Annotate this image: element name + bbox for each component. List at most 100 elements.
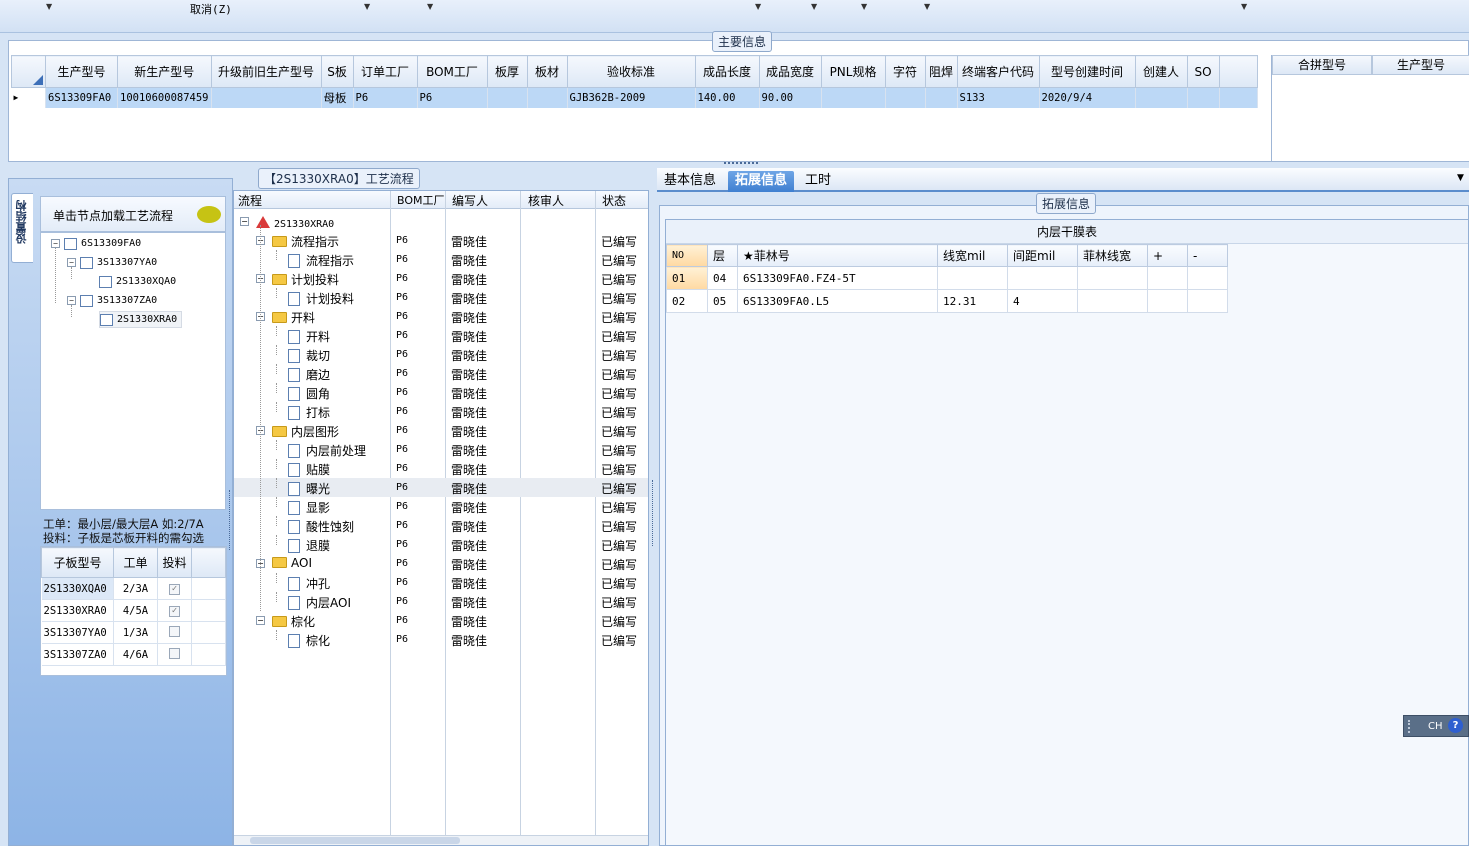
cell[interactable] xyxy=(1007,266,1078,290)
cell[interactable] xyxy=(1135,87,1188,108)
process-step-row[interactable]: 内层AOI P6 雷晓佳 已编写 xyxy=(234,592,648,611)
dropdown-arrow-icon[interactable]: ▼ xyxy=(755,2,761,11)
cell[interactable]: 6S13309FA0.L5 xyxy=(737,289,938,313)
process-step-row[interactable]: 圆角 P6 雷晓佳 已编写 xyxy=(234,383,648,402)
col-header[interactable]: 新生产型号 xyxy=(117,55,212,88)
cell[interactable] xyxy=(487,87,528,108)
col-header[interactable]: 创建人 xyxy=(1134,55,1188,88)
table-row[interactable]: 3S13307ZA0 4/6A xyxy=(41,643,226,666)
cell[interactable]: 4/5A xyxy=(113,599,158,622)
col-header[interactable]: PNL规格 xyxy=(820,55,886,88)
cell[interactable]: 3S13307YA0 xyxy=(41,621,114,644)
cell[interactable] xyxy=(885,87,926,108)
cell[interactable]: 90.00 xyxy=(759,87,822,108)
col-header[interactable]: 板厚 xyxy=(486,55,528,88)
col-header[interactable]: BOM工厂 xyxy=(416,55,488,88)
dropdown-arrow-icon[interactable]: ▼ xyxy=(861,2,867,11)
process-group-row[interactable]: − 内层图形 P6 雷晓佳 已编写 xyxy=(234,421,648,440)
process-root-row[interactable]: − 2S1330XRA0 xyxy=(234,212,648,231)
process-step-row[interactable]: 贴膜 P6 雷晓佳 已编写 xyxy=(234,459,648,478)
col-header[interactable]: 菲林线宽 xyxy=(1077,244,1148,267)
cell[interactable]: 05 xyxy=(707,289,738,313)
cell[interactable] xyxy=(1077,266,1148,290)
col-header[interactable]: 生产型号 xyxy=(45,55,118,88)
table-row[interactable]: 01 04 6S13309FA0.FZ4-5T xyxy=(666,266,1228,290)
tab-work-hours[interactable]: 工时 xyxy=(798,171,838,192)
table-row[interactable]: 2S1330XRA0 4/5A ✓ xyxy=(41,599,226,622)
cell[interactable]: 10010600087459 xyxy=(117,87,212,108)
col-header[interactable]: 流程 xyxy=(238,192,262,209)
col-header[interactable]: SO xyxy=(1186,55,1220,88)
dropdown-arrow-icon[interactable]: ▼ xyxy=(1457,173,1464,183)
col-header[interactable]: 生产型号 xyxy=(1372,55,1469,75)
dropdown-arrow-icon[interactable]: ▼ xyxy=(427,2,433,11)
col-header[interactable]: ★菲林号 xyxy=(737,244,938,267)
process-group-row[interactable]: − AOI P6 雷晓佳 已编写 xyxy=(234,554,648,573)
col-header[interactable]: 编写人 xyxy=(452,192,488,209)
col-header[interactable]: 间距mil xyxy=(1007,244,1078,267)
cell[interactable]: 140.00 xyxy=(695,87,760,108)
cell[interactable] xyxy=(937,266,1008,290)
cell[interactable]: 12.31 xyxy=(937,289,1008,313)
cell[interactable]: 2S1330XQA0 xyxy=(41,577,114,600)
cell[interactable] xyxy=(925,87,958,108)
col-header[interactable]: 升级前旧生产型号 xyxy=(210,55,322,88)
tree-node-selected[interactable]: 2S1330XRA0 xyxy=(99,311,183,328)
cell[interactable]: GJB362B-2009 xyxy=(567,87,696,108)
cell[interactable]: 2020/9/4 xyxy=(1039,87,1136,108)
process-group-row[interactable]: − 开料 P6 雷晓佳 已编写 xyxy=(234,307,648,326)
collapse-icon[interactable]: − xyxy=(51,239,60,248)
col-header[interactable]: NO xyxy=(666,244,708,267)
process-step-row[interactable]: 酸性蚀刻 P6 雷晓佳 已编写 xyxy=(234,516,648,535)
cell[interactable] xyxy=(1187,266,1228,290)
col-header[interactable]: BOM工厂 xyxy=(397,192,445,208)
cell[interactable]: P6 xyxy=(417,87,488,108)
col-header[interactable]: 终端客户代码 xyxy=(956,55,1040,88)
cell[interactable]: 1/3A xyxy=(113,621,158,644)
splitter-handle[interactable] xyxy=(724,162,758,166)
dropdown-arrow-icon[interactable]: ▼ xyxy=(811,2,817,11)
cell[interactable]: P6 xyxy=(353,87,418,108)
tab-basic-info[interactable]: 基本信息 xyxy=(657,171,723,192)
dropdown-arrow-icon[interactable]: ▼ xyxy=(46,2,52,11)
process-group-row[interactable]: − 棕化 P6 雷晓佳 已编写 xyxy=(234,611,648,630)
col-header[interactable]: 线宽mil xyxy=(937,244,1008,267)
cancel-menu[interactable]: 取消(Z) xyxy=(190,1,232,17)
process-group-row[interactable]: − 流程指示 P6 雷晓佳 已编写 xyxy=(234,231,648,250)
help-icon[interactable]: ? xyxy=(1448,718,1463,733)
cell[interactable]: 2/3A xyxy=(113,577,158,600)
collapse-icon[interactable]: − xyxy=(67,296,76,305)
dropdown-arrow-icon[interactable]: ▼ xyxy=(1241,2,1247,11)
process-step-row[interactable]: 冲孔 P6 雷晓佳 已编写 xyxy=(234,573,648,592)
tree-node[interactable]: 2S1330XQA0 xyxy=(99,273,176,290)
tree-node[interactable]: − 3S13307ZA0 xyxy=(67,292,157,309)
collapse-icon[interactable]: − xyxy=(67,258,76,267)
cell[interactable] xyxy=(527,87,568,108)
cell[interactable]: 3S13307ZA0 xyxy=(41,643,114,666)
col-header[interactable]: 成品长度 xyxy=(694,55,760,88)
cell[interactable]: 6S13309FA0.FZ4-5T xyxy=(737,266,938,290)
col-header[interactable]: 板材 xyxy=(526,55,568,88)
process-step-row[interactable]: 退膜 P6 雷晓佳 已编写 xyxy=(234,535,648,554)
cell[interactable] xyxy=(1147,266,1188,290)
checkbox[interactable]: ✓ xyxy=(169,606,180,617)
cell[interactable]: 04 xyxy=(707,266,738,290)
cell[interactable]: 2S1330XRA0 xyxy=(41,599,114,622)
process-group-row[interactable]: − 计划投料 P6 雷晓佳 已编写 xyxy=(234,269,648,288)
col-header[interactable]: 核审人 xyxy=(528,192,564,209)
col-header[interactable]: 订单工厂 xyxy=(352,55,418,88)
checkbox[interactable] xyxy=(169,647,180,659)
cell[interactable]: 01 xyxy=(666,266,708,290)
cell[interactable] xyxy=(821,87,886,108)
col-header[interactable]: 子板型号 xyxy=(41,547,114,578)
tree-node[interactable]: − 3S13307YA0 xyxy=(67,254,157,271)
table-row[interactable]: 3S13307YA0 1/3A xyxy=(41,621,226,644)
process-step-row[interactable]: 流程指示 P6 雷晓佳 已编写 xyxy=(234,250,648,269)
col-header[interactable]: - xyxy=(1187,244,1228,267)
col-header[interactable]: 成品宽度 xyxy=(758,55,822,88)
process-step-row[interactable]: 内层前处理 P6 雷晓佳 已编写 xyxy=(234,440,648,459)
cell[interactable]: 4/6A xyxy=(113,643,158,666)
collapse-icon[interactable]: − xyxy=(240,217,249,226)
col-header[interactable]: + xyxy=(1147,244,1188,267)
col-header[interactable]: 投料 xyxy=(157,547,192,578)
